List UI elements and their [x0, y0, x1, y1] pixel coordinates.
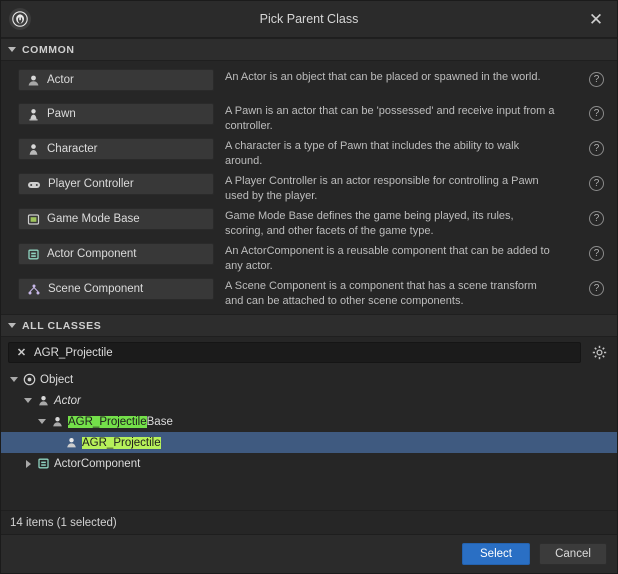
class-button-scene-component[interactable]: Scene Component — [18, 278, 214, 300]
common-class-row: Actor Component An ActorComponent is a r… — [1, 240, 617, 275]
actor-icon — [63, 436, 80, 449]
common-class-row: Scene Component A Scene Component is a c… — [1, 275, 617, 310]
tree-node-label: Actor — [54, 394, 81, 407]
help-icon[interactable]: ? — [589, 211, 604, 226]
tree-node-label: AGR_ProjectileBase — [66, 415, 173, 428]
tree-row[interactable]: ActorComponent — [1, 453, 617, 474]
chevron-down-icon — [8, 323, 16, 328]
class-description: A Player Controller is an actor responsi… — [225, 175, 539, 202]
class-description: Game Mode Base defines the game being pl… — [225, 210, 514, 237]
search-row: ✕ AGR_Projectile — [1, 337, 617, 368]
help-icon[interactable]: ? — [589, 246, 604, 261]
class-label: Game Mode Base — [47, 213, 140, 225]
chevron-down-icon[interactable] — [35, 419, 49, 424]
actor-component-icon — [35, 457, 52, 470]
clear-x-icon[interactable]: ✕ — [15, 346, 28, 359]
section-header-common-label: COMMON — [22, 43, 75, 56]
class-label: Player Controller — [48, 178, 134, 190]
object-icon — [21, 373, 38, 386]
help-icon[interactable]: ? — [589, 141, 604, 156]
game-mode-base-icon — [27, 213, 40, 226]
class-button-pawn[interactable]: Pawn — [18, 103, 214, 125]
help-icon[interactable]: ? — [589, 176, 604, 191]
common-class-row: Pawn A Pawn is an actor that can be 'pos… — [1, 100, 617, 135]
class-label: Pawn — [47, 108, 76, 120]
actor-icon — [27, 74, 40, 87]
pick-parent-class-dialog: Pick Parent Class ✕ COMMON Actor An Acto… — [0, 0, 618, 574]
dialog-footer: Select Cancel — [1, 534, 617, 573]
common-class-row: Actor An Actor is an object that can be … — [1, 66, 617, 100]
actor-component-icon — [27, 248, 40, 261]
tree-row[interactable]: Object — [1, 369, 617, 390]
class-label: Actor Component — [47, 248, 137, 260]
section-header-common[interactable]: COMMON — [1, 38, 617, 61]
class-label: Scene Component — [48, 283, 144, 295]
tree-node-label: ActorComponent — [54, 457, 141, 470]
actor-icon — [49, 415, 66, 428]
pawn-icon — [27, 108, 40, 121]
class-button-actor-component[interactable]: Actor Component — [18, 243, 214, 265]
help-icon[interactable]: ? — [589, 72, 604, 87]
actor-icon — [35, 394, 52, 407]
common-class-row: Player Controller A Player Controller is… — [1, 170, 617, 205]
chevron-right-icon[interactable] — [21, 459, 35, 468]
help-icon[interactable]: ? — [589, 281, 604, 296]
class-description: A character is a type of Pawn that inclu… — [225, 140, 520, 167]
class-description: A Scene Component is a component that ha… — [225, 280, 537, 307]
class-button-actor[interactable]: Actor — [18, 69, 214, 91]
class-button-player-controller[interactable]: Player Controller — [18, 173, 214, 195]
tree-node-label: Object — [40, 373, 74, 386]
common-class-row: Game Mode Base Game Mode Base defines th… — [1, 205, 617, 240]
search-match-highlight: AGR_Projectile — [82, 436, 161, 449]
class-tree: Object Actor AGR_ProjectileBase AGR_Proj… — [1, 368, 617, 510]
section-header-all-classes[interactable]: ALL CLASSES — [1, 314, 617, 337]
class-description: A Pawn is an actor that can be 'possesse… — [225, 105, 555, 132]
item-count-text: 14 items (1 selected) — [10, 516, 117, 529]
tree-node-label-suffix: Base — [146, 415, 173, 428]
tree-row-selected[interactable]: AGR_Projectile — [1, 432, 617, 453]
tree-row[interactable]: Actor — [1, 390, 617, 411]
search-match-highlight: AGR_Projectile — [68, 415, 147, 428]
unreal-engine-logo-icon — [9, 8, 31, 30]
search-value: AGR_Projectile — [34, 346, 113, 359]
class-label: Character — [47, 143, 98, 155]
class-button-game-mode-base[interactable]: Game Mode Base — [18, 208, 214, 230]
tree-node-label: AGR_Projectile — [80, 436, 161, 449]
chevron-down-icon[interactable] — [21, 398, 35, 403]
class-description: An Actor is an object that can be placed… — [225, 71, 541, 83]
common-classes-list: Actor An Actor is an object that can be … — [1, 61, 617, 314]
chevron-down-icon — [8, 47, 16, 52]
section-header-all-classes-label: ALL CLASSES — [22, 319, 102, 332]
chevron-down-icon[interactable] — [7, 377, 21, 382]
help-icon[interactable]: ? — [589, 106, 604, 121]
cancel-button[interactable]: Cancel — [539, 543, 607, 565]
select-button[interactable]: Select — [462, 543, 530, 565]
close-icon[interactable]: ✕ — [579, 3, 613, 35]
title-bar: Pick Parent Class ✕ — [1, 1, 617, 38]
common-class-row: Character A character is a type of Pawn … — [1, 135, 617, 170]
player-controller-icon — [27, 178, 41, 191]
class-button-character[interactable]: Character — [18, 138, 214, 160]
tree-row[interactable]: AGR_ProjectileBase — [1, 411, 617, 432]
gear-icon[interactable] — [588, 343, 610, 363]
search-input[interactable]: ✕ AGR_Projectile — [8, 342, 581, 363]
status-bar: 14 items (1 selected) — [1, 510, 617, 534]
character-icon — [27, 143, 40, 156]
class-description: An ActorComponent is a reusable componen… — [225, 245, 550, 272]
window-title: Pick Parent Class — [259, 12, 359, 26]
class-label: Actor — [47, 74, 74, 86]
scene-component-icon — [27, 283, 41, 296]
